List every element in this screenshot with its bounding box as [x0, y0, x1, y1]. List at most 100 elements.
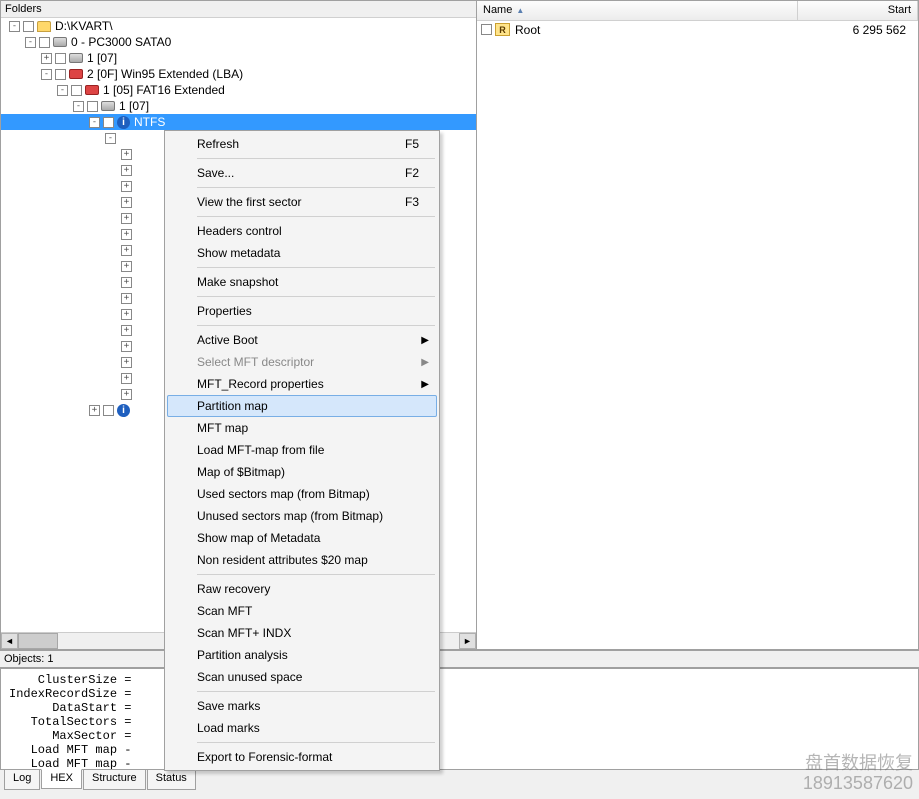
menu-item-map-of-bitmap[interactable]: Map of $Bitmap) — [167, 461, 437, 483]
scroll-left-button[interactable]: ◄ — [1, 633, 18, 649]
checkbox[interactable] — [103, 405, 114, 416]
menu-label: Scan unused space — [197, 670, 302, 684]
expand-icon[interactable]: + — [121, 165, 132, 176]
tree-label: 1 [07] — [119, 99, 149, 113]
expand-icon[interactable]: + — [121, 213, 132, 224]
expand-icon[interactable]: + — [121, 325, 132, 336]
menu-label: Unused sectors map (from Bitmap) — [197, 509, 383, 523]
collapse-icon[interactable]: - — [73, 101, 84, 112]
checkbox[interactable] — [71, 85, 82, 96]
expand-icon[interactable]: + — [121, 261, 132, 272]
context-menu[interactable]: RefreshF5 Save...F2 View the first sectorF… — [164, 130, 440, 771]
red-icon — [85, 85, 99, 95]
expand-icon[interactable]: + — [121, 197, 132, 208]
scroll-right-button[interactable]: ► — [459, 633, 476, 649]
menu-item-save-marks[interactable]: Save marks — [167, 695, 437, 717]
menu-item-refresh[interactable]: RefreshF5 — [167, 133, 437, 155]
tree-row[interactable]: - 0 - PC3000 SATA0 — [1, 34, 476, 50]
menu-separator — [197, 187, 435, 188]
menu-item-unused-sectors-map-from-bitmap[interactable]: Unused sectors map (from Bitmap) — [167, 505, 437, 527]
tree-row[interactable]: -iNTFS — [1, 114, 476, 130]
expand-icon[interactable]: + — [121, 229, 132, 240]
menu-label: Export to Forensic-format — [197, 750, 332, 764]
tab-hex[interactable]: HEX — [41, 769, 82, 789]
menu-label: Partition map — [197, 399, 268, 413]
sort-asc-icon: ▲ — [516, 6, 524, 15]
checkbox[interactable] — [55, 69, 66, 80]
collapse-icon[interactable]: - — [41, 69, 52, 80]
menu-label: Load marks — [197, 721, 260, 735]
menu-item-scan-mft-indx[interactable]: Scan MFT+ INDX — [167, 622, 437, 644]
expand-icon[interactable]: + — [41, 53, 52, 64]
submenu-arrow-icon: ▶ — [421, 379, 429, 390]
list-header: Name▲ Start — [477, 1, 918, 21]
checkbox[interactable] — [103, 117, 114, 128]
menu-item-scan-unused-space[interactable]: Scan unused space — [167, 666, 437, 688]
menu-item-export-to-forensic-format[interactable]: Export to Forensic-format — [167, 746, 437, 768]
expand-icon[interactable]: + — [121, 341, 132, 352]
expand-icon[interactable]: + — [89, 405, 100, 416]
tree-row[interactable]: - 1 [07] — [1, 98, 476, 114]
menu-shortcut: F5 — [405, 137, 419, 151]
menu-label: Select MFT descriptor — [197, 355, 314, 369]
menu-item-view-the-first-sector[interactable]: View the first sectorF3 — [167, 191, 437, 213]
tab-structure[interactable]: Structure — [83, 770, 146, 790]
expand-icon[interactable]: + — [121, 309, 132, 320]
tree-row[interactable]: +1 [07] — [1, 50, 476, 66]
menu-item-make-snapshot[interactable]: Make snapshot — [167, 271, 437, 293]
expand-icon[interactable]: + — [121, 293, 132, 304]
tab-log[interactable]: Log — [4, 770, 40, 790]
menu-item-mft-record-properties[interactable]: MFT_Record properties▶ — [167, 373, 437, 395]
menu-item-raw-recovery[interactable]: Raw recovery — [167, 578, 437, 600]
menu-item-show-map-of-metadata[interactable]: Show map of Metadata — [167, 527, 437, 549]
checkbox[interactable] — [39, 37, 50, 48]
tree-row[interactable]: -2 [0F] Win95 Extended (LBA) — [1, 66, 476, 82]
menu-label: Raw recovery — [197, 582, 270, 596]
scroll-thumb[interactable] — [18, 633, 58, 649]
menu-item-mft-map[interactable]: MFT map — [167, 417, 437, 439]
info-line: MaxSector = — [9, 729, 910, 743]
menu-item-properties[interactable]: Properties — [167, 300, 437, 322]
menu-item-show-metadata[interactable]: Show metadata — [167, 242, 437, 264]
expand-icon[interactable]: + — [121, 245, 132, 256]
expand-icon[interactable]: + — [121, 149, 132, 160]
menu-label: Make snapshot — [197, 275, 278, 289]
tree-row[interactable]: -D:\KVART\ — [1, 18, 476, 34]
menu-item-load-marks[interactable]: Load marks — [167, 717, 437, 739]
menu-item-scan-mft[interactable]: Scan MFT — [167, 600, 437, 622]
red-icon — [69, 69, 83, 79]
expand-icon[interactable]: + — [121, 181, 132, 192]
collapse-icon[interactable]: - — [89, 117, 100, 128]
menu-item-save[interactable]: Save...F2 — [167, 162, 437, 184]
menu-label: Scan MFT — [197, 604, 252, 618]
menu-separator — [197, 267, 435, 268]
expand-icon[interactable]: + — [121, 357, 132, 368]
tree-label: NTFS — [134, 115, 165, 129]
col-name[interactable]: Name▲ — [477, 1, 798, 20]
drive-icon — [53, 37, 67, 47]
col-start[interactable]: Start — [798, 1, 918, 20]
menu-item-used-sectors-map-from-bitmap[interactable]: Used sectors map (from Bitmap) — [167, 483, 437, 505]
checkbox[interactable] — [23, 21, 34, 32]
collapse-icon[interactable]: - — [25, 37, 36, 48]
checkbox[interactable] — [55, 53, 66, 64]
expand-icon[interactable]: + — [121, 389, 132, 400]
expand-icon[interactable]: + — [121, 277, 132, 288]
menu-item-load-mft-map-from-file[interactable]: Load MFT-map from file — [167, 439, 437, 461]
collapse-icon[interactable]: - — [9, 21, 20, 32]
tree-label: 0 - PC3000 SATA0 — [71, 35, 171, 49]
checkbox[interactable] — [87, 101, 98, 112]
menu-item-non-resident-attributes-20-map[interactable]: Non resident attributes $20 map — [167, 549, 437, 571]
list-body[interactable]: RRoot6 295 562 — [477, 21, 918, 649]
menu-item-active-boot[interactable]: Active Boot▶ — [167, 329, 437, 351]
menu-item-headers-control[interactable]: Headers control — [167, 220, 437, 242]
checkbox[interactable] — [481, 24, 492, 35]
expand-icon[interactable]: + — [121, 373, 132, 384]
menu-item-partition-analysis[interactable]: Partition analysis — [167, 644, 437, 666]
list-row[interactable]: RRoot6 295 562 — [477, 21, 918, 38]
tab-status[interactable]: Status — [147, 770, 196, 790]
menu-item-partition-map[interactable]: Partition map — [167, 395, 437, 417]
collapse-icon[interactable]: - — [57, 85, 68, 96]
collapse-icon[interactable]: - — [105, 133, 116, 144]
tree-row[interactable]: -1 [05] FAT16 Extended — [1, 82, 476, 98]
